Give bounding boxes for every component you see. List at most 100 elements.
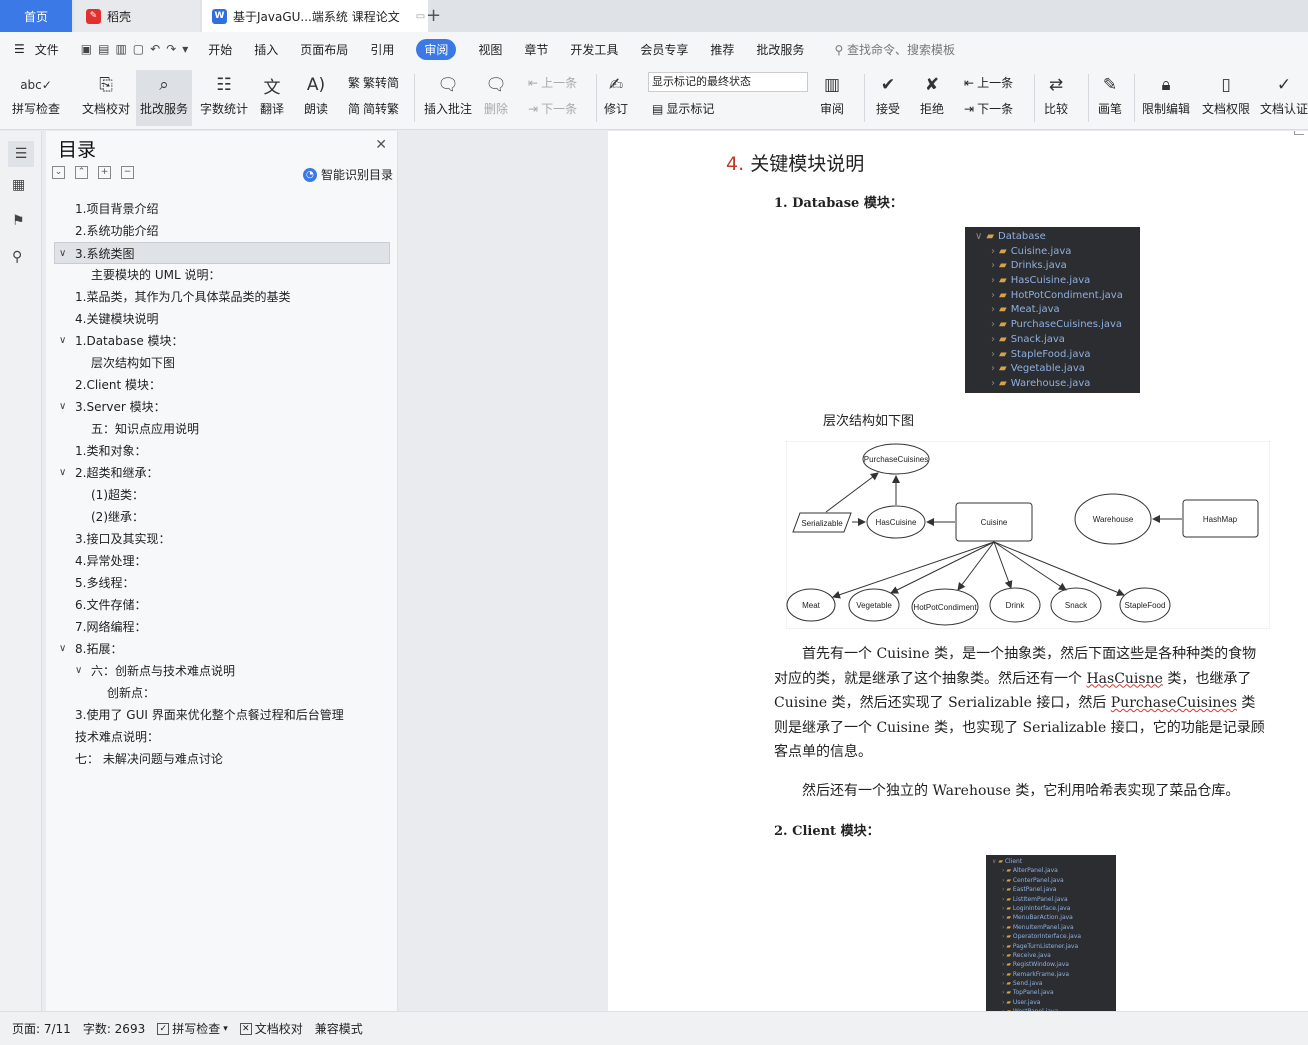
compare-button[interactable]: ⇄ 比较	[1042, 70, 1070, 117]
read-aloud-button[interactable]: A) 朗读	[302, 70, 330, 117]
toc-item[interactable]: ∨ 1.Database 模块：	[54, 330, 390, 352]
spell-check-button[interactable]: abc✓ 拼写检查	[12, 70, 60, 117]
menu-reference[interactable]: 引用	[370, 41, 394, 58]
word-count-button[interactable]: ☷ 字数统计	[200, 70, 248, 117]
next-comment-button[interactable]: ⇥ 下一条	[528, 100, 577, 117]
page-indicator[interactable]: 页面: 7/11	[12, 1020, 71, 1037]
chevron-down-icon[interactable]: ∨	[59, 462, 66, 484]
toc-item[interactable]: 创新点：	[54, 682, 390, 704]
tab-home[interactable]: 首页	[0, 0, 72, 32]
toc-item[interactable]: ∨ 8.拓展：	[54, 638, 390, 660]
to-simplified-button[interactable]: 简简转繁	[348, 100, 399, 117]
toc-item[interactable]: ∨ 六：创新点与技术难点说明	[54, 660, 390, 682]
insert-comment-button[interactable]: 🗨 插入批注	[424, 70, 472, 117]
toc-item[interactable]: 五：知识点应用说明	[54, 418, 390, 440]
status-proofread[interactable]: ✕ 文档校对	[239, 1020, 303, 1037]
toc-item-label: 2.超类和继承：	[75, 466, 159, 480]
toc-item[interactable]: (2)继承：	[54, 506, 390, 528]
menu-chapter[interactable]: 章节	[524, 41, 548, 58]
toc-item[interactable]: 1.项目背景介绍	[54, 198, 390, 220]
tree-file-label: RegistWindow.java	[1012, 961, 1069, 969]
toc-item[interactable]: 七： 未解决问题与难点讨论	[54, 748, 390, 770]
toc-icon[interactable]: ☰	[8, 141, 34, 167]
menu-view[interactable]: 视图	[478, 41, 502, 58]
menu-member[interactable]: 会员专享	[640, 41, 688, 58]
delete-comment-button[interactable]: 🗨 删除	[482, 70, 510, 117]
tree-file-label: HotPotCondiment.java	[1010, 289, 1123, 301]
toc-item[interactable]: 层次结构如下图	[54, 352, 390, 374]
toc-item[interactable]: 6.文件存储：	[54, 594, 390, 616]
command-search[interactable]: ⚲ 查找命令、搜索模板	[834, 41, 955, 58]
toc-item[interactable]: 3.使用了 GUI 界面来优化整个点餐过程和后台管理	[54, 704, 390, 726]
chevron-down-icon[interactable]: ∨	[59, 396, 66, 418]
toc-item[interactable]: (1)超类：	[54, 484, 390, 506]
prev-change-button[interactable]: ⇤ 上一条	[964, 74, 1013, 91]
toc-item[interactable]: ∨ 2.超类和继承：	[54, 462, 390, 484]
menu-recommend[interactable]: 推荐	[710, 41, 734, 58]
track-state-select[interactable]: 显示标记的最终状态	[648, 72, 808, 92]
tab-daoke-label: 稻壳	[107, 9, 132, 24]
next-comment-label: 下一条	[541, 102, 578, 116]
review-pane-button[interactable]: ▥ 审阅	[818, 70, 846, 117]
menu-devtools[interactable]: 开发工具	[570, 41, 618, 58]
menu-insert[interactable]: 插入	[254, 41, 278, 58]
quick-access-icons[interactable]: ▣▤▥▢↶↷▾	[81, 42, 194, 56]
chevron-down-icon[interactable]: ∨	[75, 660, 82, 682]
collapse-one-icon[interactable]: ⌃	[75, 166, 88, 179]
toc-item[interactable]: 5.多线程：	[54, 572, 390, 594]
proofread-button[interactable]: ⎘ 文档校对	[82, 70, 130, 117]
collapse-all-icon[interactable]: −	[121, 166, 134, 179]
chevron-down-icon[interactable]: ∨	[59, 243, 66, 265]
revise-button[interactable]: ✍ 修订	[602, 70, 630, 117]
review-service-button[interactable]: ⌕ 批改服务	[136, 70, 193, 126]
to-traditional-button[interactable]: 繁繁转简	[348, 74, 399, 91]
tree-file-label: OperatorInterface.java	[1012, 933, 1082, 941]
menu-grading[interactable]: 批改服务	[756, 41, 804, 58]
toc-item[interactable]: 2.系统功能介绍	[54, 220, 390, 242]
tab-daoke[interactable]: ✎ 稻壳	[74, 0, 200, 32]
doc-cert-button[interactable]: ✓ 文档认证	[1260, 70, 1308, 117]
toc-item[interactable]: 7.网络编程：	[54, 616, 390, 638]
toc-item[interactable]: 4.关键模块说明	[54, 308, 390, 330]
doc-rights-button[interactable]: ▯ 文档权限	[1202, 70, 1250, 117]
toc-item[interactable]: 4.异常处理：	[54, 550, 390, 572]
chevron-down-icon[interactable]: ∨	[59, 330, 66, 352]
word-count[interactable]: 字数: 2693	[83, 1020, 145, 1037]
chapter-icon[interactable]: ▦	[12, 177, 30, 195]
menu-review[interactable]: 审阅	[416, 38, 457, 60]
toc-item-selected[interactable]: ∨ 3.系统类图	[54, 242, 390, 264]
tab-document[interactable]: W 基于JavaGU...端系统 课程论文 ▭	[202, 0, 428, 32]
menu-layout[interactable]: 页面布局	[300, 41, 348, 58]
toc-item[interactable]: 1.类和对象：	[54, 440, 390, 462]
expand-one-icon[interactable]: ⌄	[52, 166, 65, 179]
show-marks-button[interactable]: ▤ 显示标记	[652, 100, 714, 117]
accept-button[interactable]: ✔ 接受	[874, 70, 902, 117]
toc-item[interactable]: 技术难点说明：	[54, 726, 390, 748]
search-icon[interactable]: ⚲	[12, 249, 30, 267]
menu-start[interactable]: 开始	[208, 41, 232, 58]
screen-icon[interactable]: ▭	[416, 11, 425, 22]
translate-button[interactable]: 文翻译	[258, 70, 286, 117]
toc-item[interactable]: 主要模块的 UML 说明：	[54, 264, 390, 286]
pen-button[interactable]: ✎ 画笔	[1096, 70, 1124, 117]
next-change-button[interactable]: ⇥ 下一条	[964, 100, 1013, 117]
toc-item[interactable]: 1.菜品类，其作为几个具体菜品类的基类	[54, 286, 390, 308]
status-spell-check[interactable]: ✓ 拼写检查 ▾	[157, 1020, 228, 1037]
toc-item[interactable]: 3.接口及其实现：	[54, 528, 390, 550]
chevron-down-icon[interactable]: ∨	[59, 638, 66, 660]
new-tab-plus-icon[interactable]: +	[426, 5, 441, 26]
hamburger-icon[interactable]: ☰	[14, 42, 25, 56]
prev-comment-button[interactable]: ⇤ 上一条	[528, 74, 577, 91]
close-icon[interactable]: ✕	[375, 137, 387, 153]
smart-toc-button[interactable]: ◔ 智能识别目录	[302, 166, 393, 183]
reject-button[interactable]: ✘ 拒绝	[918, 70, 946, 117]
restrict-edit-button[interactable]: 🔒︎ 限制编辑	[1142, 70, 1190, 117]
document-page[interactable]: 4. 关键模块说明 1. Database 模块： ∨ ▰ Database › ▰ C…	[608, 131, 1308, 1011]
expand-all-icon[interactable]: +	[98, 166, 111, 179]
doc-rights-label: 文档权限	[1202, 102, 1251, 116]
bookmark-icon[interactable]: ⚑	[12, 213, 30, 231]
toc-item[interactable]: 2.Client 模块：	[54, 374, 390, 396]
menu-file[interactable]: 文件	[35, 41, 59, 58]
node-hashmap-label: HashMap	[1203, 515, 1238, 524]
toc-item[interactable]: ∨ 3.Server 模块：	[54, 396, 390, 418]
